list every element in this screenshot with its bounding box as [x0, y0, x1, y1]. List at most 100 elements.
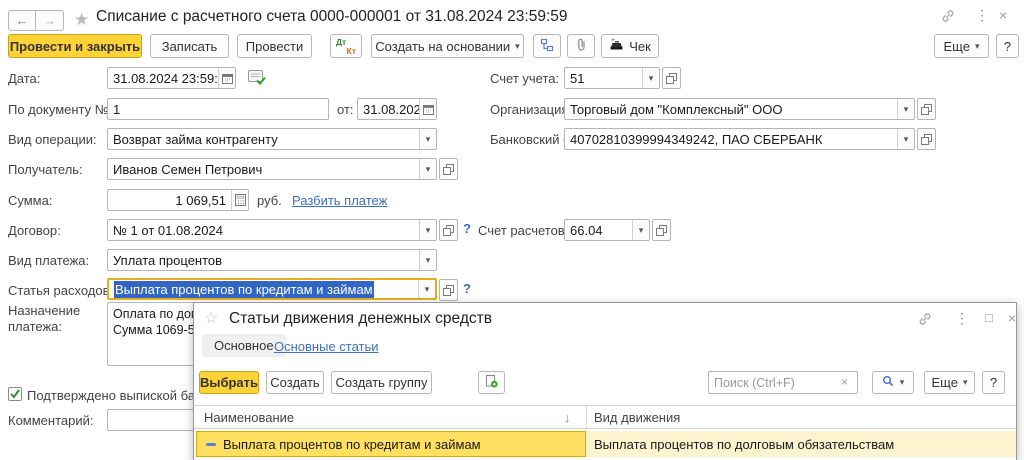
- create-button[interactable]: Создать: [266, 371, 324, 394]
- organization-combo[interactable]: Торговый дом "Комплексный" ООО ▾: [564, 98, 915, 120]
- sort-descending-icon[interactable]: ↓: [564, 410, 571, 425]
- save-button[interactable]: Записать: [150, 34, 229, 58]
- caret-down-icon[interactable]: ▾: [419, 220, 436, 240]
- post-button[interactable]: Провести: [237, 34, 312, 58]
- search-options-button[interactable]: ▾: [872, 371, 914, 394]
- window-menu-icon[interactable]: ⋮: [975, 8, 989, 22]
- caret-down-icon[interactable]: ▾: [642, 68, 659, 88]
- check-icon: [9, 388, 21, 400]
- calendar-icon[interactable]: [218, 68, 235, 88]
- contract-open-icon[interactable]: [439, 219, 458, 241]
- settlement-account-open-icon[interactable]: [652, 219, 671, 241]
- related-documents-button[interactable]: [533, 34, 561, 58]
- dt-kt-button[interactable]: Дт Кт: [330, 34, 362, 58]
- tab-main-items-link[interactable]: Основные статьи: [274, 339, 379, 354]
- bank-account-open-icon[interactable]: [917, 128, 936, 150]
- payee-label: Получатель:: [8, 162, 83, 177]
- expense-item-open-icon[interactable]: [439, 279, 458, 301]
- settlement-account-value: 66.04: [570, 223, 603, 238]
- caret-down-icon[interactable]: ▾: [418, 280, 435, 298]
- caret-down-icon: ▾: [900, 378, 905, 387]
- calendar-icon[interactable]: [419, 99, 436, 119]
- accounting-account-value: 51: [570, 71, 584, 86]
- caret-down-icon[interactable]: ▾: [419, 250, 436, 270]
- magnifier-icon: [882, 375, 895, 391]
- cell-movement-kind[interactable]: Выплата процентов по долговым обязательс…: [586, 431, 1016, 457]
- select-button[interactable]: Выбрать: [199, 371, 259, 394]
- settlement-account-combo[interactable]: 66.04 ▾: [564, 219, 650, 241]
- create-based-on-button[interactable]: Создать на основании▾: [371, 34, 524, 58]
- create-label: Создать: [270, 375, 319, 390]
- main-help-button[interactable]: ?: [996, 34, 1019, 58]
- accounting-account-combo[interactable]: 51 ▾: [564, 67, 660, 89]
- contract-help-icon[interactable]: ?: [463, 221, 471, 236]
- popup-menu-icon[interactable]: ⋮: [955, 311, 969, 325]
- column-name[interactable]: Наименование: [204, 410, 294, 425]
- bank-account-combo[interactable]: 40702810399994349242, ПАО СБЕРБАНК ▾: [564, 128, 915, 150]
- payee-open-icon[interactable]: [439, 158, 458, 180]
- favorite-star-icon[interactable]: ★: [74, 11, 89, 28]
- back-icon[interactable]: ←: [8, 10, 36, 31]
- amount-input[interactable]: 1 069,51: [107, 189, 249, 211]
- create-group-button[interactable]: Создать группу: [331, 371, 432, 394]
- confirmed-label: Подтверждено выпиской банка: [27, 388, 215, 403]
- doc-no-label: По документу №:: [8, 102, 112, 117]
- popup-maximize-icon[interactable]: □: [985, 311, 993, 324]
- accounting-account-open-icon[interactable]: [662, 67, 681, 89]
- post-and-close-label: Провести и закрыть: [10, 39, 140, 54]
- payment-kind-select[interactable]: Уплата процентов ▾: [107, 249, 437, 271]
- payment-kind-value: Уплата процентов: [113, 253, 222, 268]
- attachments-button[interactable]: [567, 34, 595, 58]
- doc-from-date-input[interactable]: 31.08.2024: [357, 98, 437, 120]
- organization-open-icon[interactable]: [917, 98, 936, 120]
- popup-close-icon[interactable]: ×: [1008, 311, 1016, 325]
- search-input[interactable]: [708, 371, 858, 394]
- expense-item-value: Выплата процентов по кредитам и займам: [114, 281, 374, 298]
- popup-more-button[interactable]: Еще▾: [924, 371, 975, 394]
- forward-icon[interactable]: →: [36, 10, 64, 31]
- payee-value: Иванов Семен Петрович: [113, 162, 262, 177]
- confirmed-checkbox[interactable]: [8, 387, 22, 401]
- expense-item-combo[interactable]: Выплата процентов по кредитам и займам ▾: [107, 278, 437, 300]
- select-label: Выбрать: [200, 375, 258, 390]
- post-and-close-button[interactable]: Провести и закрыть: [8, 34, 142, 58]
- calculator-icon[interactable]: [231, 190, 248, 210]
- table-header[interactable]: Наименование ↓ Вид движения: [194, 405, 1016, 429]
- structure-icon: [540, 38, 554, 55]
- search-clear-icon[interactable]: ×: [841, 376, 848, 388]
- copy-item-button[interactable]: [478, 371, 505, 394]
- favorite-star-icon[interactable]: ☆: [204, 311, 218, 327]
- main-help-label: ?: [1004, 39, 1011, 54]
- expense-item-label: Статья расходов:: [8, 283, 113, 298]
- caret-down-icon: ▾: [975, 42, 980, 51]
- caret-down-icon[interactable]: ▾: [419, 159, 436, 179]
- date-value: 31.08.2024 23:59:59: [113, 71, 232, 86]
- contract-label: Договор:: [8, 223, 61, 238]
- doc-from-label: от:: [337, 102, 354, 117]
- popup-get-link-icon[interactable]: [918, 312, 932, 328]
- operation-kind-select[interactable]: Возврат займа контрагенту ▾: [107, 128, 437, 150]
- operation-kind-value: Возврат займа контрагенту: [113, 132, 278, 147]
- caret-down-icon[interactable]: ▾: [419, 129, 436, 149]
- main-more-label: Еще: [944, 39, 970, 54]
- contract-combo[interactable]: № 1 от 01.08.2024 ▾: [107, 219, 437, 241]
- receipt-button[interactable]: Чек: [601, 34, 659, 58]
- column-movement-kind[interactable]: Вид движения: [594, 410, 680, 425]
- expense-item-help-icon[interactable]: ?: [463, 281, 471, 296]
- date-input[interactable]: 31.08.2024 23:59:59: [107, 67, 236, 89]
- posted-indicator-icon: [248, 70, 266, 88]
- caret-down-icon[interactable]: ▾: [897, 99, 914, 119]
- window-close-icon[interactable]: ×: [999, 8, 1007, 22]
- popup-help-button[interactable]: ?: [982, 371, 1005, 394]
- payee-combo[interactable]: Иванов Семен Петрович ▾: [107, 158, 437, 180]
- cell-name[interactable]: Выплата процентов по кредитам и займам: [196, 431, 586, 457]
- caret-down-icon[interactable]: ▾: [897, 129, 914, 149]
- get-link-icon[interactable]: [941, 9, 955, 25]
- operation-kind-label: Вид операции:: [8, 132, 97, 147]
- main-more-button[interactable]: Еще ▾: [934, 34, 989, 58]
- split-payment-link[interactable]: Разбить платеж: [292, 193, 387, 208]
- contract-value: № 1 от 01.08.2024: [113, 223, 223, 238]
- caret-down-icon[interactable]: ▾: [632, 220, 649, 240]
- save-label: Записать: [162, 39, 218, 54]
- doc-no-input[interactable]: 1: [107, 98, 329, 120]
